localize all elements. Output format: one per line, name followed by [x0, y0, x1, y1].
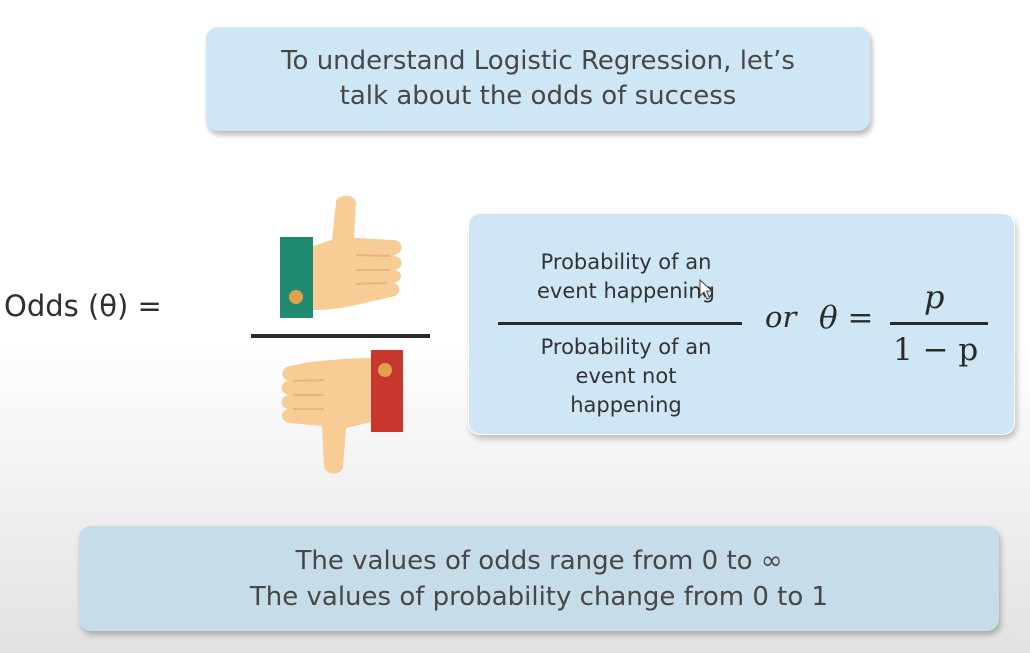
hands-divider: [251, 334, 430, 338]
intro-line-1: To understand Logistic Regression, let’s: [281, 46, 795, 76]
denominator-line-2: event not: [575, 364, 677, 388]
odds-label-text: Odds (θ) =: [4, 289, 162, 323]
fraction-numerator: Probability of an event happening: [478, 248, 774, 306]
or-text: or: [765, 300, 797, 334]
cursor-icon: [699, 279, 713, 300]
thumbs-fraction-graphic: [251, 195, 430, 474]
formula-fraction-bar: [890, 322, 988, 325]
numerator-line-2: event happening: [536, 279, 716, 303]
fraction-bar: [498, 322, 742, 325]
theta-equals: θ =: [819, 300, 874, 336]
denominator-line-3: happening: [570, 393, 682, 417]
equals-sign: =: [847, 300, 874, 336]
summary-line-2: The values of probability change from 0 …: [249, 581, 829, 612]
odds-label: Odds (θ) =: [4, 289, 162, 323]
thumbs-up-icon: [280, 195, 402, 318]
summary-line-1: The values of odds range from 0 to ∞: [295, 545, 783, 576]
summary-banner: The values of odds range from 0 to ∞ The…: [79, 526, 999, 631]
denominator-line-1: Probability of an: [540, 335, 712, 359]
fraction-denominator: Probability of an event not happening: [478, 333, 774, 420]
intro-banner: To understand Logistic Regression, let’s…: [206, 27, 870, 131]
formula-numerator: p: [924, 278, 945, 316]
theta-symbol: θ: [819, 300, 838, 336]
numerator-line-1: Probability of an: [540, 250, 712, 274]
formula-denominator: 1 − p: [893, 332, 979, 368]
thumbs-down-icon: [281, 350, 403, 474]
intro-line-2: talk about the odds of success: [339, 81, 737, 111]
